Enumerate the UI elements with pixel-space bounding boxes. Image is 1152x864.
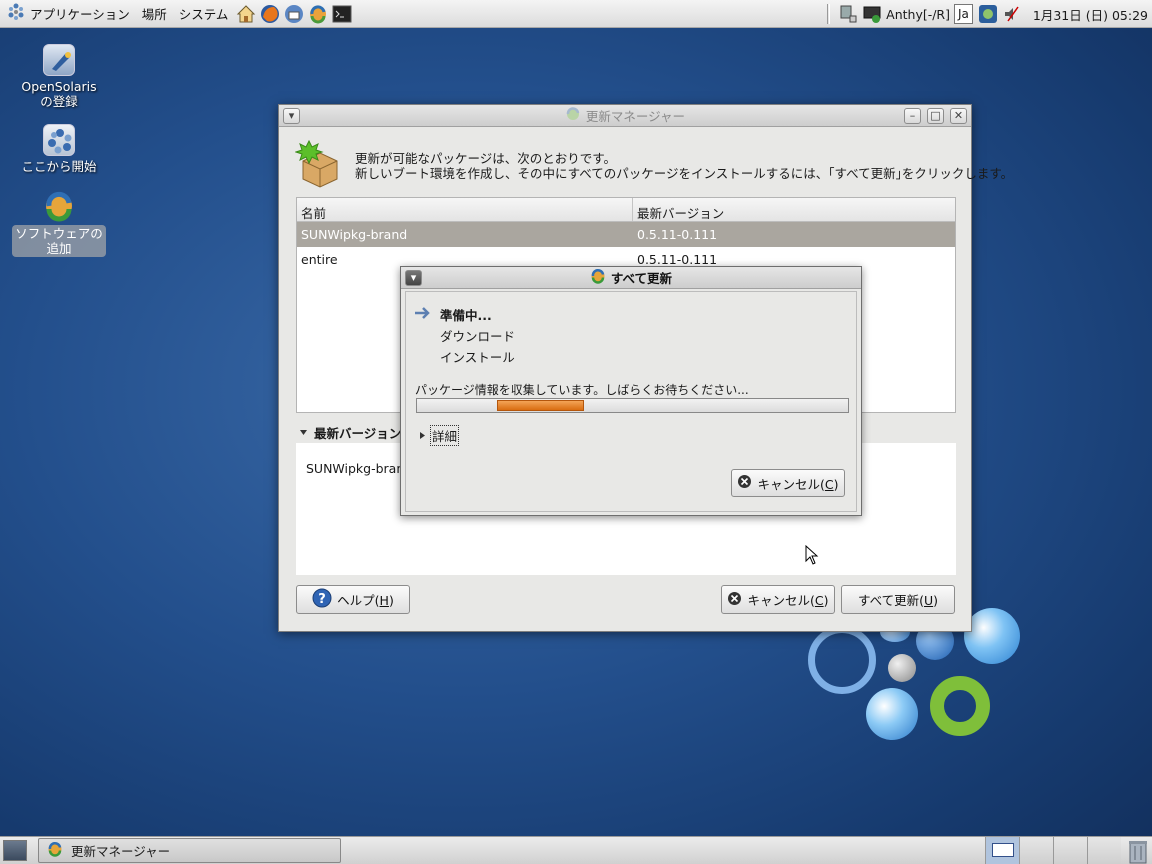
update-all-button-label: すべて更新(U) [857, 593, 939, 608]
minimize-button[interactable]: – [904, 108, 921, 124]
table-row[interactable]: SUNWipkg-brand 0.5.11-0.111 [297, 222, 955, 247]
opensolaris-logo-icon [6, 2, 26, 25]
details-expander[interactable]: 詳細 [418, 425, 460, 446]
update-all-dialog: ▾ すべて更新 準備中... ダウンロード インストール パッケージ情報を収集し… [400, 266, 862, 516]
cancel-icon [727, 591, 742, 609]
desktop-icon-register[interactable]: OpenSolaris の登録 [12, 44, 106, 109]
desktop-icon-add-software-label: ソフトウェアの追加 [12, 225, 106, 257]
row-package-name: SUNWipkg-brand [301, 227, 408, 242]
monitor-icon[interactable] [862, 0, 882, 28]
column-header-version[interactable]: 最新バージョン [633, 198, 955, 221]
progress-indicator [497, 400, 584, 411]
desktop-icon-start-here-label: ここから開始 [21, 159, 97, 174]
help-button-label: ヘルプ(H) [337, 593, 394, 608]
help-icon: ? [312, 588, 332, 611]
system-tray: Anthy[-/R] Ja 1月31日 (日) 05:29 [821, 0, 1152, 28]
update-manager-titlebar[interactable]: ▾ 更新マネージャー – □ ✕ [279, 105, 971, 127]
dialog-window-menu-button[interactable]: ▾ [405, 270, 422, 286]
update-manager-title: 更新マネージャー [585, 109, 686, 124]
window-menu-button[interactable]: ▾ [283, 108, 300, 124]
workspace-4[interactable] [1087, 837, 1121, 864]
system-menu[interactable]: システム [173, 0, 235, 28]
trash-icon[interactable] [1126, 838, 1150, 864]
row-package-name: entire [301, 252, 338, 267]
home-icon[interactable] [235, 3, 257, 25]
table-header: 名前 最新バージョン [297, 198, 955, 222]
row-package-version: 0.5.11-0.111 [637, 252, 718, 267]
maximize-button[interactable]: □ [927, 108, 944, 124]
workspace-2[interactable] [1019, 837, 1053, 864]
desktop-icon-add-software[interactable]: ソフトウェアの追加 [12, 190, 106, 257]
workspace-3[interactable] [1053, 837, 1087, 864]
package-icon [294, 139, 345, 189]
window-title: 更新マネージャー [565, 106, 685, 125]
step-download: ダウンロード [440, 329, 516, 344]
progress-bar [416, 398, 849, 413]
system-menu-label: システム [178, 7, 229, 22]
register-icon [43, 44, 75, 76]
applications-menu[interactable]: アプリケーション [0, 0, 136, 28]
thunderbird-icon[interactable] [283, 3, 305, 25]
decorative-bubble [866, 688, 918, 740]
start-here-icon [43, 124, 75, 156]
keyboard-layout-indicator[interactable]: Ja [954, 4, 973, 24]
svg-text:?: ? [318, 592, 326, 607]
show-desktop-icon[interactable] [3, 840, 27, 861]
update-manager-icon [565, 106, 581, 125]
status-message: パッケージ情報を収集しています。しばらくお待ちください... [415, 383, 749, 397]
expander-arrow-down-icon [299, 425, 308, 440]
terminal-icon[interactable] [331, 3, 353, 25]
firefox-icon[interactable] [259, 3, 281, 25]
bottom-panel: 更新マネージャー [0, 836, 1152, 864]
dialog-title: すべて更新 [610, 271, 673, 286]
column-header-name[interactable]: 名前 [297, 198, 633, 221]
dialog-title-wrap: すべて更新 [590, 268, 672, 287]
update-manager-icon [47, 841, 63, 860]
network-icon[interactable] [838, 0, 858, 28]
detail-package-name: SUNWipkg-brand [306, 461, 413, 476]
tray-separator [827, 4, 831, 24]
decorative-bubble [888, 654, 916, 682]
dialog-cancel-button[interactable]: キャンセル(C) [731, 469, 845, 497]
mouse-pointer-icon [805, 544, 819, 568]
update-icon[interactable] [307, 3, 329, 25]
taskbar-item-label: 更新マネージャー [71, 844, 171, 859]
header-line-2: 新しいブート環境を作成し、その中にすべてのパッケージをインストールするには、｢す… [355, 166, 1014, 181]
applications-menu-label: アプリケーション [30, 7, 130, 22]
cancel-button[interactable]: キャンセル(C) [721, 585, 835, 614]
current-step-arrow-icon [414, 306, 430, 323]
top-panel: アプリケーション 場所 システム Anthy[-/R] Ja 1月31日 (日)… [0, 0, 1152, 28]
latest-version-expander-label: 最新バージョン [314, 426, 402, 441]
desktop-icon-register-label: OpenSolaris の登録 [21, 79, 97, 109]
decorative-bubble [930, 676, 990, 736]
expander-arrow-right-icon [418, 428, 426, 443]
update-all-button[interactable]: すべて更新(U) [841, 585, 955, 614]
input-method-status[interactable]: Anthy[-/R] [886, 0, 950, 28]
volume-muted-icon[interactable] [1003, 0, 1021, 28]
step-preparing: 準備中... [440, 308, 492, 323]
workspace-1[interactable] [985, 837, 1019, 864]
cancel-button-label: キャンセル(C) [747, 593, 829, 608]
header: 更新が可能なパッケージは、次のとおりです。 新しいブート環境を作成し、その中にす… [294, 139, 1013, 189]
taskbar-item-update-manager[interactable]: 更新マネージャー [38, 838, 341, 863]
update-icon [590, 268, 606, 287]
decorative-bubble [964, 608, 1020, 664]
latest-version-expander[interactable]: 最新バージョン [299, 423, 401, 442]
dialog-content: 準備中... ダウンロード インストール パッケージ情報を収集しています。しばら… [405, 291, 857, 512]
decorative-bubble [808, 626, 876, 694]
dialog-titlebar[interactable]: ▾ すべて更新 [401, 267, 861, 289]
clock[interactable]: 1月31日 (日) 05:29 [1033, 5, 1148, 24]
row-package-version: 0.5.11-0.111 [637, 227, 718, 242]
close-button[interactable]: ✕ [950, 108, 967, 124]
cancel-icon [737, 474, 752, 492]
desktop-icon-start-here[interactable]: ここから開始 [12, 124, 106, 174]
places-menu-label: 場所 [141, 7, 167, 22]
update-notifier-icon[interactable] [977, 0, 999, 28]
places-menu[interactable]: 場所 [136, 0, 173, 28]
dialog-cancel-button-label: キャンセル(C) [757, 476, 839, 492]
step-install: インストール [440, 350, 515, 365]
add-software-icon [43, 190, 75, 222]
details-expander-label: 詳細 [430, 425, 460, 446]
help-button[interactable]: ? ヘルプ(H) [296, 585, 410, 614]
